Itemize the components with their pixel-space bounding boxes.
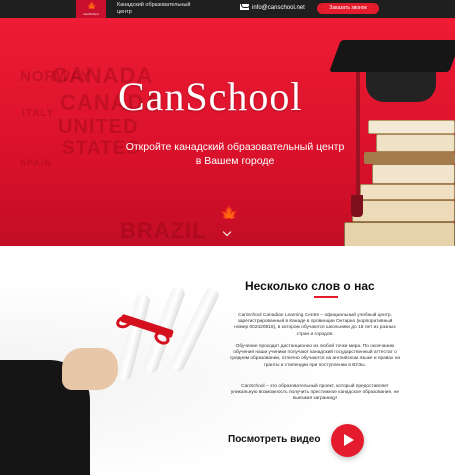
hero-subtitle-line2: в Вашем городе [195,155,275,167]
play-icon [344,434,354,446]
watermark-text: SPAIN [20,158,52,168]
chevron-down-icon[interactable] [222,227,232,237]
about-paragraph-2: Обучение проходит дистанционно из любой … [230,344,401,368]
graduation-cap-board [329,40,455,72]
watermark-text: NORWAY [20,68,92,85]
graduate-hand [62,348,118,390]
top-bar [0,0,455,18]
maple-leaf-icon: 🍁 [219,206,239,223]
logo[interactable]: 🍁 CanSchool [76,0,106,20]
logo-text: CanSchool [83,12,99,16]
cap-tassel-end [351,195,363,217]
header-tagline: Канадский образовательный центр [117,2,191,15]
watermark-text: BRAZIL [120,218,207,243]
about-paragraph-3: CanSchool – это образовательный проект, … [230,384,400,402]
email-text[interactable]: info@canschool.net [252,5,305,11]
title-underline [314,296,338,298]
header-email[interactable]: info@canschool.net [240,4,305,13]
watch-video-label[interactable]: Посмотреть видео [228,434,320,445]
about-paragraph-1: CanSchool Canadian Learning Centre – офи… [234,313,396,337]
maple-leaf-icon: 🍁 [86,1,98,11]
cap-tassel [356,72,360,210]
hero-subtitle: Откройте канадский образовательный центр… [110,140,360,168]
hero-subtitle-line1: Откройте канадский образовательный центр [125,141,345,153]
watermark-text: ITALY [22,108,55,119]
call-me-button[interactable]: Заказать звонок [317,3,379,14]
about-title: Несколько слов о нас [245,279,375,293]
envelope-icon [240,4,249,10]
hero-title: CanSchool [118,74,303,119]
play-video-button[interactable] [331,424,364,457]
